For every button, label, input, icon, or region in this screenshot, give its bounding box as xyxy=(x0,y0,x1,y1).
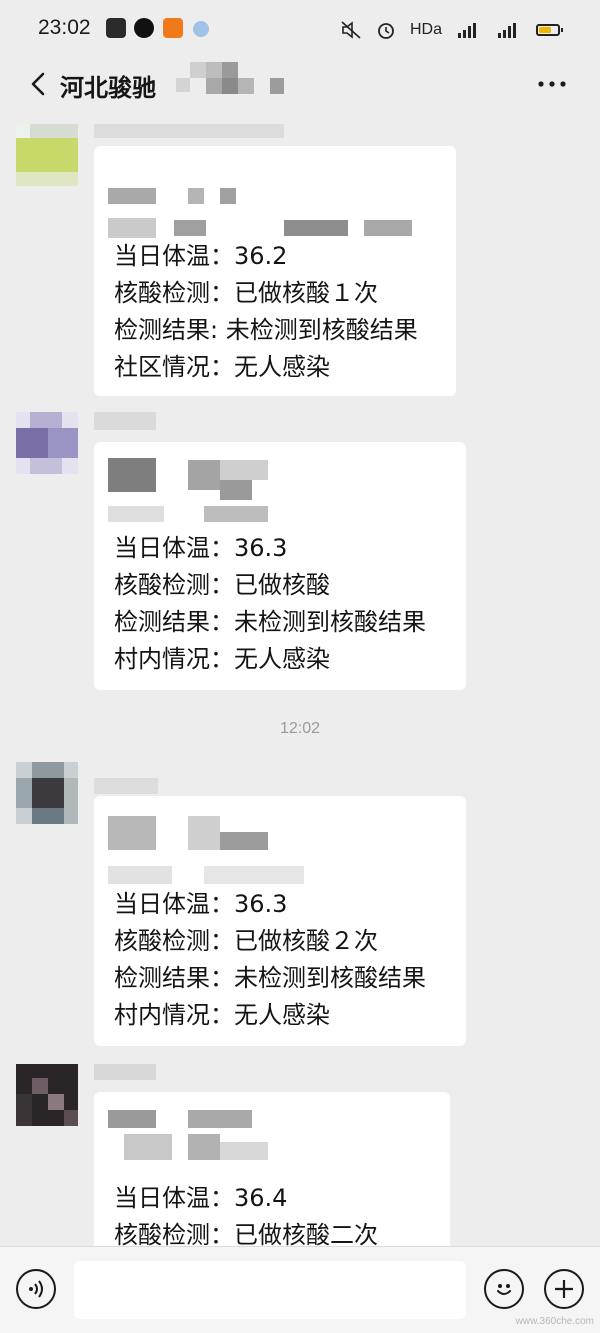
sender-name-blurred xyxy=(94,1064,156,1084)
wifi-signal-icon xyxy=(456,21,482,39)
sender-name-blurred xyxy=(94,412,156,432)
message-bubble[interactable]: 当日体温：36.3 核酸检测：已做核酸 检测结果：未检测到核酸结果 村内情况：无… xyxy=(94,442,466,690)
message-input[interactable] xyxy=(74,1261,466,1319)
message-line: 村内情况：无人感染 xyxy=(114,645,330,673)
app-icon-2 xyxy=(134,18,154,38)
message-line: 核酸检测：已做核酸１次 xyxy=(114,279,378,307)
chat-input-bar: www.360che.com xyxy=(0,1246,600,1333)
avatar[interactable] xyxy=(16,1064,78,1126)
chat-header: 河北骏驰 xyxy=(0,62,600,108)
avatar[interactable] xyxy=(16,762,78,824)
chat-title: 河北骏驰 xyxy=(60,74,156,102)
message-line: 当日体温：36.2 xyxy=(114,242,288,270)
message-text: 当日体温：36.3 核酸检测：已做核酸２次 检测结果：未检测到核酸结果 村内情况… xyxy=(114,886,426,1034)
battery-icon xyxy=(536,24,563,36)
blurred-title-suffix xyxy=(176,62,286,106)
message-line: 检测结果: 未检测到核酸结果 xyxy=(114,316,418,344)
plus-icon[interactable] xyxy=(544,1269,584,1309)
message-line: 当日体温：36.3 xyxy=(114,534,288,562)
voice-icon[interactable] xyxy=(16,1269,56,1309)
avatar[interactable] xyxy=(16,124,78,186)
back-chevron-icon[interactable] xyxy=(18,64,58,104)
network-label: HDa xyxy=(409,21,442,38)
message-line: 当日体温：36.4 xyxy=(114,1184,288,1212)
status-bar: 23:02 HDa xyxy=(0,0,600,62)
message-line: 社区情况：无人感染 xyxy=(114,353,330,381)
blurred-header xyxy=(108,160,438,250)
message-line: 检测结果：未检测到核酸结果 xyxy=(114,608,426,636)
message-line: 村内情况：无人感染 xyxy=(114,1001,330,1029)
app-icon-4 xyxy=(193,21,209,37)
message-text: 当日体温：36.3 核酸检测：已做核酸 检测结果：未检测到核酸结果 村内情况：无… xyxy=(114,530,426,678)
emoji-icon[interactable] xyxy=(484,1269,524,1309)
message-line: 核酸检测：已做核酸 xyxy=(114,571,330,599)
message-text: 当日体温：36.2 核酸检测：已做核酸１次 检测结果: 未检测到核酸结果 社区情… xyxy=(114,238,418,386)
message-text: 当日体温：36.4 核酸检测：已做核酸二次 xyxy=(114,1180,378,1254)
sender-name-blurred xyxy=(94,122,284,142)
message-line: 核酸检测：已做核酸２次 xyxy=(114,927,378,955)
watermark: www.360che.com xyxy=(515,1316,594,1327)
app-icon-3 xyxy=(163,18,183,38)
mute-icon xyxy=(340,20,362,40)
cell-signal-icon xyxy=(496,21,522,39)
alarm-icon xyxy=(376,20,396,40)
message-bubble[interactable]: 当日体温：36.2 核酸检测：已做核酸１次 检测结果: 未检测到核酸结果 社区情… xyxy=(94,146,456,396)
message-line: 检测结果：未检测到核酸结果 xyxy=(114,964,426,992)
chat-timestamp: 12:02 xyxy=(279,720,321,737)
message-bubble[interactable]: 当日体温：36.3 核酸检测：已做核酸２次 检测结果：未检测到核酸结果 村内情况… xyxy=(94,796,466,1046)
app-icon-1 xyxy=(106,18,126,38)
message-bubble[interactable]: 当日体温：36.4 核酸检测：已做核酸二次 xyxy=(94,1092,450,1252)
more-dots-icon[interactable] xyxy=(532,66,572,102)
avatar[interactable] xyxy=(16,412,78,474)
status-time: 23:02 xyxy=(38,16,91,39)
message-line: 当日体温：36.3 xyxy=(114,890,288,918)
battery-level xyxy=(539,27,551,33)
sender-name-blurred xyxy=(94,778,158,798)
